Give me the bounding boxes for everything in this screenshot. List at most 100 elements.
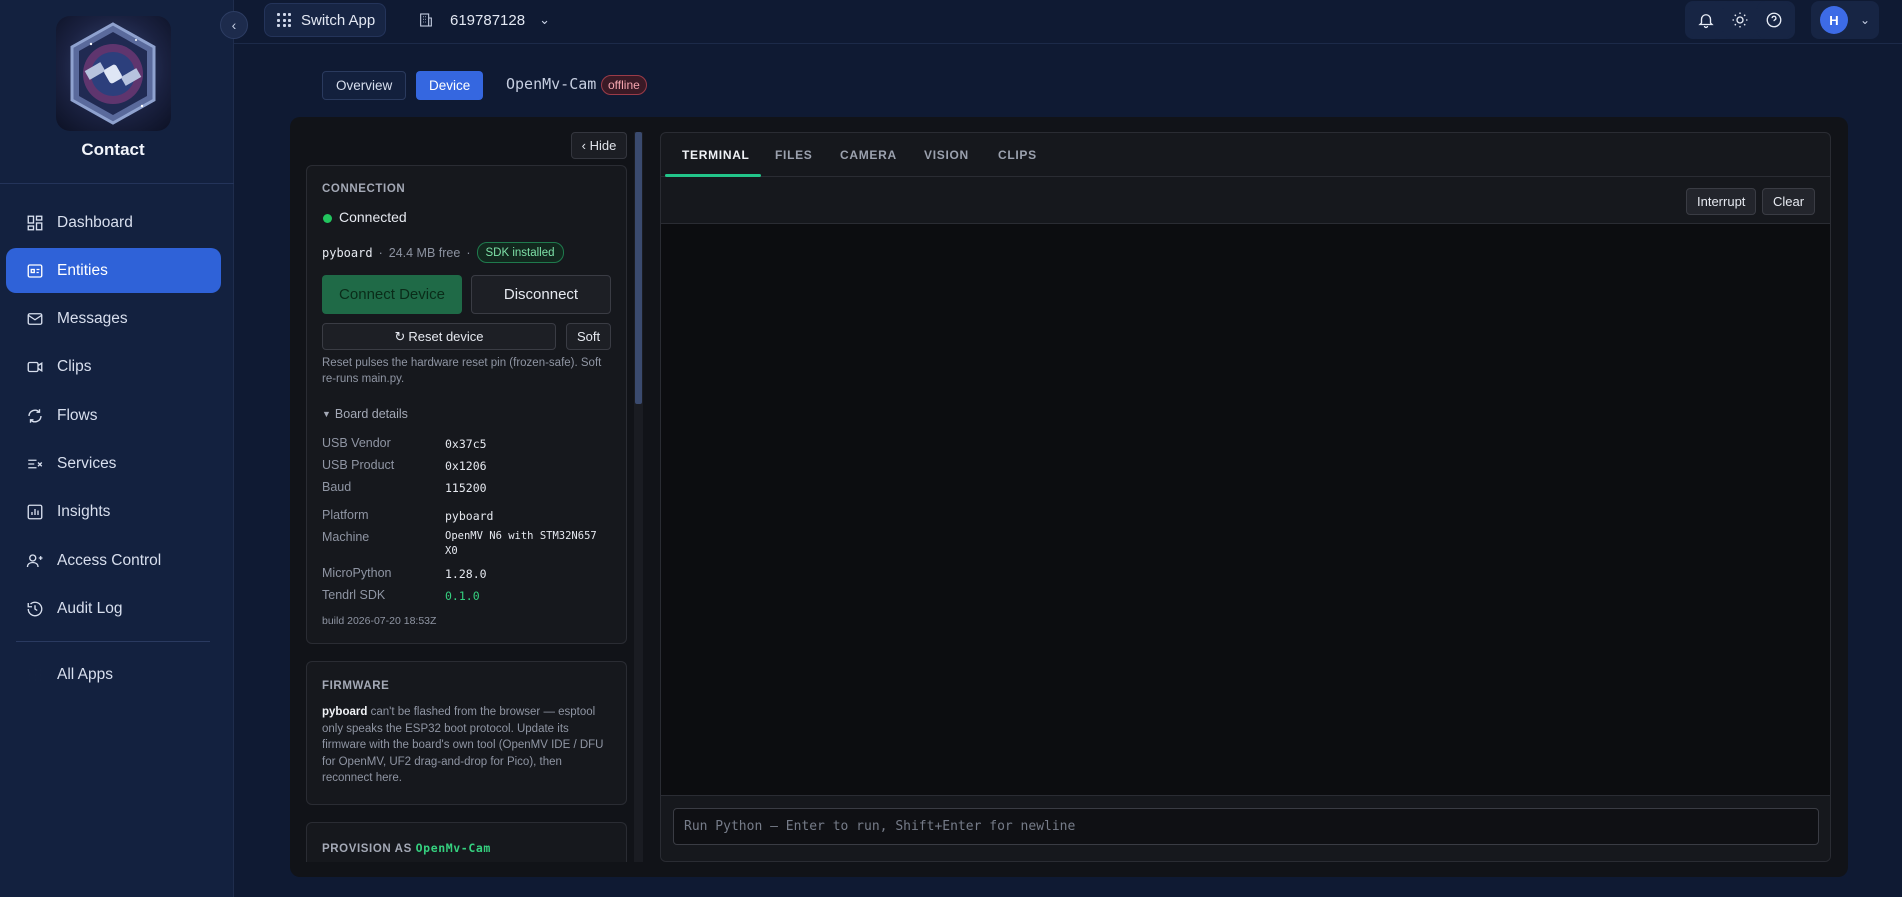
soft-reset-button[interactable]: Soft [566, 323, 611, 350]
device-name: OpenMv-Cam [506, 75, 597, 93]
sidebar-item-access-control[interactable]: Access Control [6, 538, 221, 583]
disconnect-button[interactable]: Disconnect [471, 275, 611, 314]
reset-note: Reset pulses the hardware reset pin (fro… [322, 357, 602, 385]
separator-dot: · [378, 245, 383, 260]
provision-title: PROVISION AS OpenMv-Cam [322, 841, 491, 855]
tab-clips[interactable]: CLIPS [998, 133, 1037, 177]
firmware-title: FIRMWARE [322, 680, 390, 692]
tab-files[interactable]: FILES [775, 133, 813, 177]
build-info: build 2026-07-20 18:53Z [322, 615, 437, 627]
sidebar-item-label: Messages [57, 309, 128, 327]
notifications-button[interactable] [1689, 1, 1723, 39]
reset-device-button[interactable]: ↻ Reset device [322, 323, 556, 350]
app-logo [56, 16, 171, 131]
org-selector[interactable]: 619787128 ⌄ [418, 8, 550, 32]
connection-status: Connected [339, 209, 407, 225]
micropython-label: MicroPython [322, 566, 392, 580]
tab-camera[interactable]: CAMERA [840, 133, 897, 177]
sidebar-item-clips[interactable]: Clips [6, 344, 221, 389]
provision-label: PROVISION AS [322, 843, 412, 855]
free-space: 24.4 MB free [388, 245, 461, 260]
chart-icon [24, 501, 46, 523]
sidebar-item-messages[interactable]: Messages [6, 296, 221, 341]
collapse-sidebar-button[interactable]: ‹ [220, 11, 248, 39]
caret-down-icon: ▼ [322, 409, 331, 419]
machine-value-line2: X0 [445, 545, 458, 557]
sidebar-item-label: Dashboard [57, 213, 133, 231]
sidebar-item-label: Access Control [57, 551, 162, 569]
sidebar-item-audit-log[interactable]: Audit Log [6, 586, 221, 631]
hide-panel-button[interactable]: ‹ Hide [571, 132, 627, 159]
sidebar-item-services[interactable]: Services [6, 441, 221, 486]
grid-icon [24, 212, 46, 234]
users-icon [24, 550, 46, 572]
separator-dot: · [466, 245, 471, 260]
connection-title: CONNECTION [322, 183, 406, 195]
usb-product-value: 0x1206 [445, 459, 487, 473]
sidebar-item-dashboard[interactable]: Dashboard [6, 200, 221, 245]
platform-value: pyboard [445, 509, 494, 523]
video-icon [24, 356, 46, 378]
status-badge: offline [601, 75, 647, 95]
top-icon-group [1685, 1, 1795, 39]
top-actions: H ⌄ [1685, 1, 1879, 39]
machine-label: Machine [322, 530, 370, 544]
provision-card: PROVISION AS OpenMv-Cam [306, 822, 627, 862]
sidebar-item-entities[interactable]: Entities [6, 248, 221, 293]
help-icon [1766, 12, 1782, 28]
brand-name: Contact [81, 140, 145, 159]
scrollbar-thumb[interactable] [635, 132, 642, 404]
sidebar-item-all-apps[interactable]: All Apps [6, 652, 221, 697]
usb-vendor-label: USB Vendor [322, 436, 391, 450]
refresh-icon [24, 405, 46, 427]
tab-device[interactable]: Device [416, 71, 484, 100]
theme-toggle-button[interactable] [1723, 1, 1757, 39]
sidebar-item-label: Flows [57, 406, 98, 424]
switch-app-button[interactable]: Switch App [264, 3, 386, 37]
sidebar-divider [0, 183, 234, 184]
provision-device-name: OpenMv-Cam [415, 841, 491, 855]
baud-value: 115200 [445, 481, 487, 495]
board-details-toggle[interactable]: ▼ Board details [322, 407, 408, 421]
apps-grid-icon [24, 664, 46, 686]
user-menu-button[interactable]: H ⌄ [1811, 1, 1879, 39]
usb-vendor-value: 0x37c5 [445, 437, 487, 451]
sidebar-item-label: All Apps [57, 665, 114, 683]
org-id: 619787128 [450, 11, 526, 29]
history-icon [24, 598, 46, 620]
sidebar-divider [16, 641, 210, 642]
sun-icon [1732, 12, 1748, 28]
topbar-divider [234, 43, 1902, 44]
mail-icon [24, 308, 46, 330]
sidebar-item-label: Audit Log [57, 599, 123, 617]
tab-terminal[interactable]: TERMINAL [682, 133, 750, 177]
python-input-bar [661, 795, 1830, 861]
python-input[interactable] [673, 808, 1819, 845]
interrupt-button[interactable]: Interrupt [1686, 188, 1757, 215]
building-icon [420, 13, 432, 27]
firmware-note: pyboard can't be flashed from the browse… [322, 704, 614, 787]
connect-device-label: Connect Device [339, 286, 445, 303]
clear-button[interactable]: Clear [1762, 188, 1816, 215]
sdk-installed-badge: SDK installed [476, 242, 564, 263]
sidebar-item-label: Clips [57, 357, 92, 375]
device-tools-panel: TERMINAL FILES CAMERA VISION CLIPS Inter… [660, 132, 1831, 862]
help-button[interactable] [1757, 1, 1791, 39]
sidebar-item-insights[interactable]: Insights [6, 489, 221, 534]
tab-vision[interactable]: VISION [924, 133, 969, 177]
connect-device-button[interactable]: Connect Device [322, 275, 462, 314]
status-dot [323, 214, 332, 223]
firmware-card: FIRMWARE pyboard can't be flashed from t… [306, 661, 627, 805]
terminal-output[interactable] [661, 224, 1830, 795]
sidebar-item-label: Insights [57, 502, 111, 520]
sidebar: Contact Dashboard Entities Messages Clip… [0, 0, 234, 897]
sidebar-item-flows[interactable]: Flows [6, 393, 221, 438]
machine-value-line1: OpenMV N6 with STM32N657 [445, 530, 597, 542]
tool-tabs: TERMINAL FILES CAMERA VISION CLIPS [661, 133, 1830, 177]
bell-icon [1698, 14, 1714, 29]
connection-card: CONNECTION Connected pyboard · 24.4 MB f… [306, 165, 627, 644]
chevron-down-icon: ⌄ [539, 12, 550, 27]
tab-overview[interactable]: Overview [322, 71, 407, 100]
avatar: H [1819, 6, 1848, 34]
switch-app-label: Switch App [301, 11, 376, 29]
